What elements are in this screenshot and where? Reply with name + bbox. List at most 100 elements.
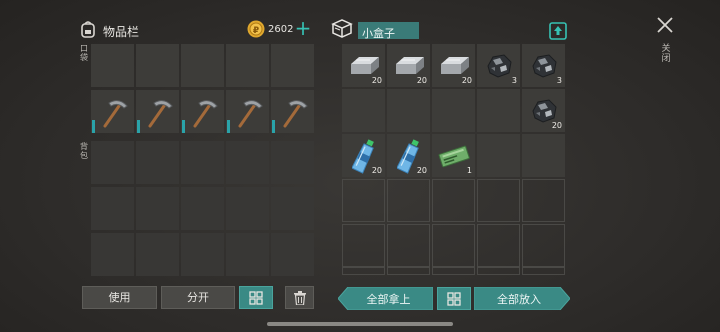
grid-sort-icon bbox=[249, 291, 263, 305]
storage-slot-empty[interactable] bbox=[432, 224, 475, 267]
sort-inventory-button[interactable] bbox=[239, 286, 273, 309]
use-button[interactable]: 使用 bbox=[82, 286, 157, 309]
coin-icon: ₽ bbox=[247, 20, 265, 38]
pocket-slot[interactable] bbox=[271, 44, 314, 87]
put-all-button[interactable]: 全部放入 bbox=[474, 287, 570, 310]
storage-slot[interactable]: 20 bbox=[387, 44, 430, 87]
backpack-slot[interactable] bbox=[271, 187, 314, 230]
item-count: 3 bbox=[556, 76, 562, 85]
backpack-slot[interactable] bbox=[181, 187, 224, 230]
add-coins-button[interactable]: + bbox=[294, 18, 312, 39]
storage-slot-empty[interactable] bbox=[387, 224, 430, 267]
sort-storage-button[interactable] bbox=[437, 287, 471, 310]
pocket-slot[interactable] bbox=[91, 44, 134, 87]
storage-slot-empty[interactable] bbox=[477, 224, 520, 267]
storage-slot-empty[interactable] bbox=[477, 179, 520, 222]
backpack-slot[interactable] bbox=[181, 141, 224, 184]
item-count: 20 bbox=[416, 76, 427, 85]
pocket-label: 口袋 bbox=[80, 44, 88, 62]
backpack-slot[interactable] bbox=[181, 233, 224, 276]
storage-slot[interactable]: 1 bbox=[432, 134, 475, 177]
pocket-slot[interactable] bbox=[226, 44, 269, 87]
pickaxe-icon bbox=[226, 90, 269, 133]
pickaxe-icon bbox=[91, 90, 134, 133]
backpack-slot[interactable] bbox=[136, 187, 179, 230]
pocket-slot[interactable] bbox=[91, 90, 134, 133]
storage-slot-empty[interactable] bbox=[522, 179, 565, 222]
coin-count: 2602 bbox=[268, 24, 294, 35]
item-count: 3 bbox=[511, 76, 517, 85]
storage-slot[interactable] bbox=[387, 89, 430, 132]
storage-slot[interactable] bbox=[432, 89, 475, 132]
durability-bar bbox=[92, 120, 95, 133]
pocket-slot[interactable] bbox=[136, 90, 179, 133]
storage-slot-empty[interactable] bbox=[522, 267, 565, 275]
storage-slot[interactable] bbox=[522, 134, 565, 177]
upload-button[interactable] bbox=[549, 21, 567, 40]
durability-bar bbox=[227, 120, 230, 133]
storage-slot-empty[interactable] bbox=[387, 267, 430, 275]
item-count: 20 bbox=[461, 76, 472, 85]
item-count: 20 bbox=[551, 121, 562, 130]
storage-slot[interactable]: 20 bbox=[342, 44, 385, 87]
storage-slot-empty[interactable] bbox=[432, 267, 475, 275]
storage-slot-empty[interactable] bbox=[342, 267, 385, 275]
storage-slot[interactable]: 20 bbox=[522, 89, 565, 132]
storage-slot[interactable]: 3 bbox=[477, 44, 520, 87]
item-count: 20 bbox=[371, 76, 382, 85]
backpack-slot[interactable] bbox=[226, 141, 269, 184]
item-count: 20 bbox=[371, 166, 382, 175]
backpack-slot[interactable] bbox=[271, 233, 314, 276]
backpack-slot[interactable] bbox=[136, 233, 179, 276]
split-button[interactable]: 分开 bbox=[161, 286, 235, 309]
storage-slot[interactable] bbox=[342, 89, 385, 132]
storage-slot[interactable] bbox=[477, 134, 520, 177]
pocket-slot[interactable] bbox=[271, 90, 314, 133]
backpack-slot[interactable] bbox=[91, 187, 134, 230]
storage-slot[interactable]: 20 bbox=[432, 44, 475, 87]
pickaxe-icon bbox=[271, 90, 314, 133]
take-all-button[interactable]: 全部拿上 bbox=[338, 287, 433, 310]
put-all-label: 全部放入 bbox=[497, 293, 541, 306]
backpack-slot[interactable] bbox=[226, 233, 269, 276]
close-label: 关闭 bbox=[661, 44, 671, 64]
storage-slot[interactable]: 20 bbox=[342, 134, 385, 177]
storage-slot-empty[interactable] bbox=[432, 179, 475, 222]
backpack-slot[interactable] bbox=[226, 187, 269, 230]
pickaxe-icon bbox=[181, 90, 224, 133]
upload-icon bbox=[549, 22, 567, 40]
box-icon bbox=[331, 18, 353, 38]
take-all-label: 全部拿上 bbox=[366, 293, 411, 306]
storage-slot[interactable] bbox=[477, 89, 520, 132]
storage-slot[interactable]: 3 bbox=[522, 44, 565, 87]
pocket-slot[interactable] bbox=[181, 90, 224, 133]
item-count: 20 bbox=[416, 166, 427, 175]
storage-slot-empty[interactable] bbox=[387, 179, 430, 222]
backpack-icon bbox=[80, 20, 96, 38]
storage-slot[interactable]: 20 bbox=[387, 134, 430, 177]
pickaxe-icon bbox=[136, 90, 179, 133]
close-icon bbox=[657, 17, 673, 33]
storage-slot-empty[interactable] bbox=[522, 224, 565, 267]
close-button[interactable] bbox=[654, 14, 676, 36]
discard-button[interactable] bbox=[285, 286, 314, 309]
inventory-title: 物品栏 bbox=[103, 25, 140, 39]
storage-slot-empty[interactable] bbox=[342, 224, 385, 267]
backpack-slot[interactable] bbox=[271, 141, 314, 184]
storage-title-field[interactable]: 小盒子 bbox=[358, 22, 419, 40]
svg-text:₽: ₽ bbox=[253, 26, 259, 36]
durability-bar bbox=[182, 120, 185, 133]
durability-bar bbox=[272, 120, 275, 133]
pocket-slot[interactable] bbox=[226, 90, 269, 133]
backpack-slot[interactable] bbox=[91, 233, 134, 276]
storage-slot-empty[interactable] bbox=[342, 179, 385, 222]
storage-slot-empty[interactable] bbox=[477, 267, 520, 275]
grid-sort-icon bbox=[447, 292, 461, 306]
item-count: 1 bbox=[466, 166, 472, 175]
backpack-slot[interactable] bbox=[91, 141, 134, 184]
pocket-slot[interactable] bbox=[181, 44, 224, 87]
durability-bar bbox=[137, 120, 140, 133]
storage-title: 小盒子 bbox=[362, 27, 395, 40]
backpack-slot[interactable] bbox=[136, 141, 179, 184]
pocket-slot[interactable] bbox=[136, 44, 179, 87]
